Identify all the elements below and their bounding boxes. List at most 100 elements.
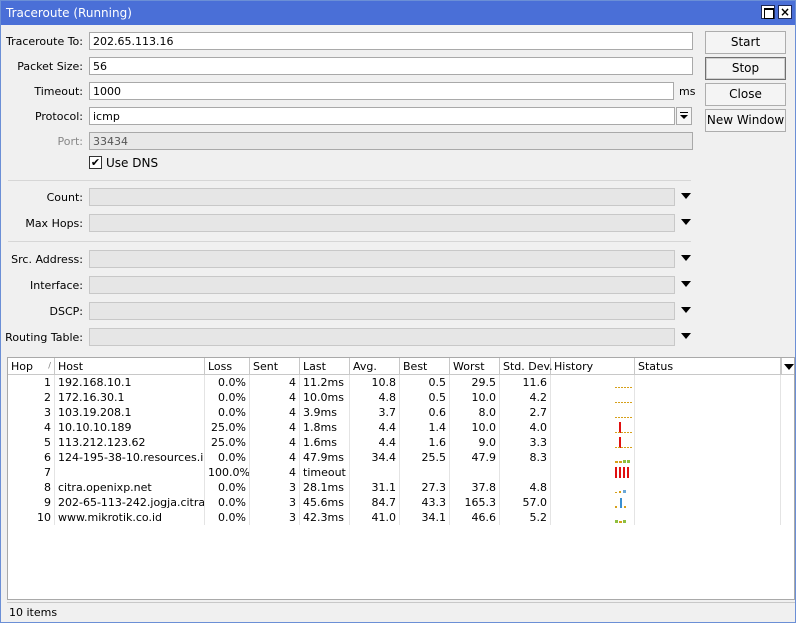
table-row[interactable]: 6124-195-38-10.resources.ind...0.0%447.9… xyxy=(8,450,794,465)
routing-table-expand-icon[interactable] xyxy=(681,333,691,339)
column-menu-icon[interactable] xyxy=(781,358,794,375)
cell-std: 11.6 xyxy=(500,375,551,390)
new-window-button[interactable]: New Window xyxy=(705,109,786,132)
results-table[interactable]: Hop / Host Loss Sent Last Avg. Best Worst… xyxy=(7,357,795,600)
close-icon[interactable]: × xyxy=(778,5,792,19)
count-expand-icon[interactable] xyxy=(681,193,691,199)
cell-host: 103.19.208.1 xyxy=(55,405,205,420)
table-row[interactable]: 9202-65-113-242.jogja.citra.n...0.0%345.… xyxy=(8,495,794,510)
column-header-status[interactable]: Status xyxy=(635,358,781,375)
cell-status xyxy=(635,510,781,525)
protocol-select[interactable]: icmp xyxy=(89,107,675,125)
traceroute-to-label: Traceroute To: xyxy=(5,35,83,48)
stop-button[interactable]: Stop xyxy=(705,57,786,80)
table-row[interactable]: 2 172.16.30.1 0.0% 4 10.0ms 4.8 0.5 10.0 4.2 xyxy=(8,390,794,405)
cell-best: 34.1 xyxy=(400,510,450,525)
close-button[interactable]: Close xyxy=(705,83,786,106)
column-header-avg[interactable]: Avg. xyxy=(350,358,400,375)
cell-best: 43.3 xyxy=(400,495,450,510)
maximize-icon[interactable] xyxy=(761,5,775,19)
status-bar: 10 items xyxy=(7,602,795,621)
dscp-expand-icon[interactable] xyxy=(681,307,691,313)
cell-history xyxy=(551,495,635,510)
cell-history xyxy=(551,390,635,405)
cell-std: 8.3 xyxy=(500,450,551,465)
cell-last: 45.6ms xyxy=(300,495,350,510)
cell-status xyxy=(635,495,781,510)
separator xyxy=(8,180,691,181)
start-button[interactable]: Start xyxy=(705,31,786,54)
history-sparkline-icon xyxy=(615,436,634,449)
column-header-best[interactable]: Best xyxy=(400,358,450,375)
cell-std: 4.8 xyxy=(500,480,551,495)
src-address-input[interactable] xyxy=(89,250,675,268)
packet-size-input[interactable]: 56 xyxy=(89,57,693,75)
column-header-history[interactable]: History xyxy=(551,358,635,375)
cell-worst: 37.8 xyxy=(450,480,500,495)
cell-worst xyxy=(450,465,500,480)
table-row[interactable]: 5 113.212.123.62 25.0% 4 1.6ms 4.4 1.6 9.0 3.3 xyxy=(8,435,794,450)
cell-best: 0.6 xyxy=(400,405,450,420)
history-sparkline-icon xyxy=(615,451,634,464)
column-header-host[interactable]: Host xyxy=(55,358,205,375)
column-header-last[interactable]: Last xyxy=(300,358,350,375)
cell-sent: 4 xyxy=(250,375,300,390)
table-row[interactable]: 1 192.168.10.1 0.0% 4 11.2ms 10.8 0.5 29.5 11.6 xyxy=(8,375,794,390)
cell-history xyxy=(551,375,635,390)
timeout-label: Timeout: xyxy=(34,85,83,98)
cell-loss: 25.0% xyxy=(205,435,250,450)
table-row[interactable]: 3 103.19.208.1 0.0% 4 3.9ms 3.7 0.6 8.0 2.7 xyxy=(8,405,794,420)
cell-history xyxy=(551,405,635,420)
traceroute-to-input[interactable]: 202.65.113.16 xyxy=(89,32,693,50)
cell-hop: 9 xyxy=(8,495,55,510)
column-header-std-dev[interactable]: Std. Dev. xyxy=(500,358,553,375)
column-header-hop[interactable]: Hop / xyxy=(8,358,55,375)
protocol-label: Protocol: xyxy=(34,110,83,123)
src-address-expand-icon[interactable] xyxy=(681,255,691,261)
cell-std: 2.7 xyxy=(500,405,551,420)
interface-label: Interface: xyxy=(30,279,83,292)
item-count: 10 items xyxy=(9,606,58,619)
history-sparkline-icon xyxy=(615,466,634,479)
cell-last: timeout xyxy=(300,465,350,480)
table-row[interactable]: 8 citra.openixp.net 0.0% 3 28.1ms 31.1 27.3 37.… xyxy=(8,480,794,495)
column-header-worst[interactable]: Worst xyxy=(450,358,500,375)
cell-hop: 2 xyxy=(8,390,55,405)
cell-host: 113.212.123.62 xyxy=(55,435,205,450)
cell-std: 3.3 xyxy=(500,435,551,450)
column-header-loss[interactable]: Loss xyxy=(205,358,250,375)
cell-best: 0.5 xyxy=(400,375,450,390)
cell-hop: 8 xyxy=(8,480,55,495)
table-row[interactable]: 10 www.mikrotik.co.id 0.0% 3 42.3ms 41.0 34.1 4… xyxy=(8,510,794,525)
cell-host: 202-65-113-242.jogja.citra.n... xyxy=(55,495,205,510)
cell-sent: 4 xyxy=(250,435,300,450)
dscp-input[interactable] xyxy=(89,302,675,320)
max-hops-expand-icon[interactable] xyxy=(681,219,691,225)
cell-std xyxy=(500,465,551,480)
routing-table-input[interactable] xyxy=(89,328,675,346)
count-label: Count: xyxy=(46,191,83,204)
table-row[interactable]: 4 10.10.10.189 25.0% 4 1.8ms 4.4 1.4 10.0 4.0 xyxy=(8,420,794,435)
cell-avg: 34.4 xyxy=(350,450,400,465)
cell-loss: 25.0% xyxy=(205,420,250,435)
cell-status xyxy=(635,405,781,420)
protocol-dropdown-icon[interactable] xyxy=(676,107,692,125)
cell-best: 25.5 xyxy=(400,450,450,465)
cell-hop: 6 xyxy=(8,450,55,465)
cell-loss: 0.0% xyxy=(205,510,250,525)
cell-loss: 0.0% xyxy=(205,375,250,390)
cell-hop: 5 xyxy=(8,435,55,450)
table-row[interactable]: 7 100.0% 4 timeout xyxy=(8,465,794,480)
column-header-sent[interactable]: Sent xyxy=(250,358,300,375)
interface-expand-icon[interactable] xyxy=(681,281,691,287)
sort-indicator-icon: / xyxy=(48,361,51,370)
max-hops-input[interactable] xyxy=(89,214,675,232)
interface-input[interactable] xyxy=(89,276,675,294)
cell-loss: 0.0% xyxy=(205,450,250,465)
timeout-input[interactable]: 1000 xyxy=(89,82,674,100)
history-sparkline-icon xyxy=(615,496,634,509)
cell-loss: 0.0% xyxy=(205,495,250,510)
cell-last: 10.0ms xyxy=(300,390,350,405)
count-input[interactable] xyxy=(89,188,675,206)
use-dns-checkbox[interactable]: ✔ xyxy=(89,156,102,169)
